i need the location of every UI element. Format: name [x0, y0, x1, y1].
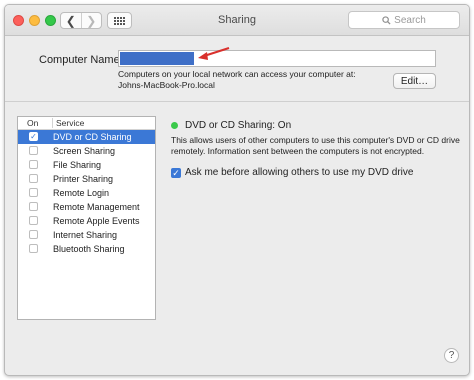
- title-bar: ❮ ❯ Sharing Search: [5, 5, 469, 36]
- service-description-line: remotely. Information sent between the c…: [171, 146, 425, 156]
- service-enabled-checkbox[interactable]: [29, 160, 38, 169]
- service-enabled-checkbox[interactable]: [29, 174, 38, 183]
- service-status: DVD or CD Sharing: On: [185, 120, 292, 131]
- service-enabled-checkbox[interactable]: [29, 230, 38, 239]
- service-row[interactable]: Remote Management: [18, 200, 155, 214]
- service-name: Remote Management: [53, 202, 140, 212]
- service-row[interactable]: Remote Login: [18, 186, 155, 200]
- ask-before-allowing-checkbox[interactable]: ✓: [171, 168, 181, 178]
- service-row[interactable]: Printer Sharing: [18, 172, 155, 186]
- search-icon: [382, 15, 391, 25]
- column-header-service[interactable]: Service: [52, 118, 84, 128]
- service-row[interactable]: ✓ DVD or CD Sharing: [18, 130, 155, 144]
- service-name: Remote Apple Events: [53, 216, 140, 226]
- service-enabled-checkbox[interactable]: [29, 188, 38, 197]
- service-row[interactable]: Bluetooth Sharing: [18, 242, 155, 256]
- column-header-on[interactable]: On: [27, 118, 38, 128]
- service-enabled-checkbox[interactable]: ✓: [29, 132, 38, 141]
- service-name: Printer Sharing: [53, 174, 114, 184]
- service-name: Screen Sharing: [53, 146, 116, 156]
- edit-button[interactable]: Edit…: [393, 73, 436, 89]
- search-field[interactable]: Search: [348, 11, 460, 29]
- services-list: ✓ DVD or CD Sharing Screen Sharing File Sha…: [18, 130, 155, 256]
- service-enabled-checkbox[interactable]: [29, 216, 38, 225]
- service-row[interactable]: Screen Sharing: [18, 144, 155, 158]
- status-indicator-icon: [171, 122, 178, 129]
- service-name: Internet Sharing: [53, 230, 118, 240]
- computer-name-selection: [120, 52, 194, 65]
- service-row[interactable]: Internet Sharing: [18, 228, 155, 242]
- service-row[interactable]: File Sharing: [18, 158, 155, 172]
- services-table-header: On Service: [18, 117, 155, 130]
- sharing-window: ❮ ❯ Sharing Search Computer Name: Comput…: [4, 4, 470, 376]
- ask-before-allowing-label[interactable]: Ask me before allowing others to use my …: [185, 167, 413, 178]
- service-name: File Sharing: [53, 160, 102, 170]
- search-placeholder: Search: [394, 14, 426, 26]
- section-divider: [5, 101, 469, 102]
- network-access-text: Computers on your local network can acce…: [118, 69, 356, 79]
- services-table: On Service ✓ DVD or CD Sharing Screen Shar…: [17, 116, 156, 320]
- service-name: Bluetooth Sharing: [53, 244, 125, 254]
- service-enabled-checkbox[interactable]: [29, 146, 38, 155]
- service-name: DVD or CD Sharing: [53, 132, 132, 142]
- service-row[interactable]: Remote Apple Events: [18, 214, 155, 228]
- help-button[interactable]: ?: [444, 348, 459, 363]
- service-name: Remote Login: [53, 188, 110, 198]
- service-description-line: This allows users of other computers to …: [171, 135, 460, 145]
- local-hostname: Johns-MacBook-Pro.local: [118, 80, 215, 90]
- question-mark-icon: ?: [448, 350, 455, 361]
- service-enabled-checkbox[interactable]: [29, 202, 38, 211]
- service-description: This allows users of other computers to …: [171, 135, 469, 157]
- computer-name-label: Computer Name:: [39, 54, 123, 66]
- computer-name-input[interactable]: [118, 50, 436, 67]
- annotation-arrow-icon: [198, 47, 230, 60]
- computer-name-description: Computers on your local network can acce…: [118, 69, 356, 91]
- service-enabled-checkbox[interactable]: [29, 244, 38, 253]
